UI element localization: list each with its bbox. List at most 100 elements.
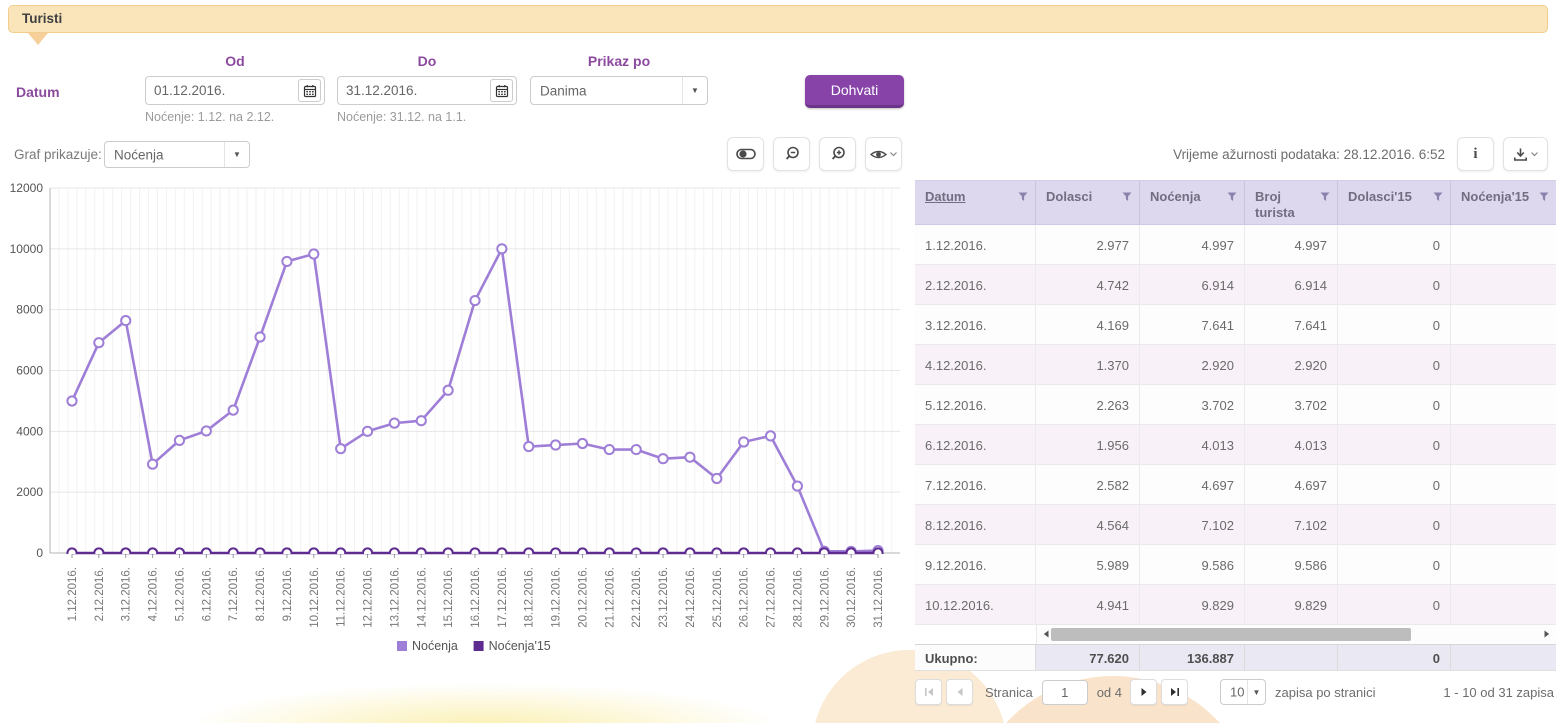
svg-text:18.12.2016.: 18.12.2016.	[524, 567, 536, 628]
zoom-out-button[interactable]	[773, 137, 810, 171]
svg-text:6000: 6000	[16, 364, 43, 378]
pagination-last-button[interactable]	[1161, 679, 1188, 705]
table-cell: 0	[1338, 505, 1451, 544]
filter-icon[interactable]	[1018, 192, 1028, 202]
calendar-icon	[303, 84, 317, 98]
table-cell: 7.102	[1140, 505, 1245, 544]
calendar-button-from[interactable]	[298, 79, 321, 102]
table-cell: 5.989	[1036, 545, 1140, 584]
table-cell: 4.12.2016.	[915, 345, 1036, 384]
date-to-field[interactable]	[337, 76, 517, 105]
table-cell: 9.829	[1245, 585, 1338, 624]
column-label: Noćenja'15	[1461, 189, 1529, 204]
page-size-select[interactable]: 10 ▼	[1220, 679, 1266, 705]
zoom-in-button[interactable]	[819, 137, 856, 171]
svg-text:4000: 4000	[16, 424, 43, 438]
column-header-nocenja15[interactable]: Noćenja'15	[1451, 181, 1556, 224]
svg-text:17.12.2016.: 17.12.2016.	[497, 567, 509, 628]
pagination-next-button[interactable]	[1130, 679, 1157, 705]
table-row[interactable]: 5.12.2016.2.2633.7023.7020	[915, 385, 1556, 425]
svg-text:29.12.2016.: 29.12.2016.	[819, 567, 831, 628]
table-row[interactable]: 6.12.2016.1.9564.0134.0130	[915, 425, 1556, 465]
table-row[interactable]: 9.12.2016.5.9899.5869.5860	[915, 545, 1556, 585]
column-header-broj-turista[interactable]: Broj turista	[1245, 181, 1338, 224]
table-cell: 7.12.2016.	[915, 465, 1036, 504]
table-cell: 4.013	[1245, 425, 1338, 464]
scrollbar-right-arrow[interactable]	[1541, 628, 1553, 640]
table-cell: 2.920	[1245, 345, 1338, 384]
table-row[interactable]: 1.12.2016.2.9774.9974.9970	[915, 225, 1556, 265]
data-table: Datum DolasciNoćenjaBroj turista Dolasci'1…	[915, 180, 1556, 671]
dohvati-button[interactable]: Dohvati	[805, 75, 904, 108]
table-cell: 0	[1338, 585, 1451, 624]
date-to-hint: Noćenje: 31.12. na 1.1.	[337, 110, 466, 124]
series-visibility-button[interactable]	[865, 137, 902, 171]
records-range-label: 1 - 10 od 31 zapisa	[1443, 685, 1556, 700]
table-row[interactable]: 2.12.2016.4.7426.9146.9140	[915, 265, 1556, 305]
svg-text:Noćenja'15: Noćenja'15	[489, 639, 551, 653]
table-cell: 4.697	[1140, 465, 1245, 504]
filter-icon[interactable]	[1433, 192, 1443, 202]
table-cell: 4.997	[1140, 225, 1245, 264]
table-cell	[1451, 585, 1556, 624]
pagination-first-button[interactable]	[915, 679, 942, 705]
column-header-dolasci[interactable]: Dolasci	[1036, 181, 1140, 224]
table-row[interactable]: 4.12.2016.1.3702.9202.9200	[915, 345, 1556, 385]
data-updated-text: Vrijeme ažurnosti podataka: 28.12.2016. …	[1173, 147, 1445, 162]
total-cell	[1451, 645, 1556, 670]
tab-turisti[interactable]: Turisti	[8, 5, 1548, 33]
od-label: Od	[145, 53, 325, 69]
date-from-field[interactable]	[145, 76, 325, 105]
prikaz-po-select[interactable]: Danima ▼	[530, 76, 708, 105]
column-header-nocenja[interactable]: Noćenja	[1140, 181, 1245, 224]
graf-prikazuje-select[interactable]: Noćenja ▼	[104, 141, 250, 168]
calendar-button-to[interactable]	[490, 79, 513, 102]
table-cell: 1.370	[1036, 345, 1140, 384]
table-cell: 2.920	[1140, 345, 1245, 384]
chart-toolbar	[727, 137, 902, 171]
svg-text:9.12.2016.: 9.12.2016.	[282, 567, 294, 621]
page-number-input[interactable]	[1042, 680, 1088, 705]
table-row[interactable]: 7.12.2016.2.5824.6974.6970	[915, 465, 1556, 505]
table-row[interactable]: 8.12.2016.4.5647.1027.1020	[915, 505, 1556, 545]
do-label: Do	[337, 53, 517, 69]
filter-icon[interactable]	[1539, 192, 1549, 202]
column-header-dolasci15[interactable]: Dolasci'15	[1338, 181, 1451, 224]
eye-icon	[870, 148, 887, 161]
info-button[interactable]: i	[1457, 137, 1494, 171]
table-cell: 0	[1338, 345, 1451, 384]
filter-icon[interactable]	[1122, 192, 1132, 202]
horizontal-scrollbar[interactable]	[1036, 625, 1556, 644]
table-body: 1.12.2016.2.9774.9974.99702.12.2016.4.74…	[915, 225, 1556, 625]
svg-text:6.12.2016.: 6.12.2016.	[201, 567, 213, 621]
page-size-value: 10	[1230, 685, 1244, 700]
table-cell	[1451, 465, 1556, 504]
selection-toggle-button[interactable]	[727, 137, 764, 171]
table-cell: 9.829	[1140, 585, 1245, 624]
table-cell: 0	[1338, 385, 1451, 424]
pagination-next-icon	[1139, 687, 1149, 697]
table-header-row: Datum DolasciNoćenjaBroj turista Dolasci'1…	[915, 180, 1556, 225]
filter-icon[interactable]	[1227, 192, 1237, 202]
table-row[interactable]: 10.12.2016.4.9419.8299.8290	[915, 585, 1556, 625]
svg-text:12000: 12000	[10, 181, 43, 195]
scrollbar-thumb[interactable]	[1051, 628, 1411, 641]
table-row[interactable]: 3.12.2016.4.1697.6417.6410	[915, 305, 1556, 345]
chart-canvas[interactable]: 0200040006000800010000120001.12.2016.2.1…	[10, 180, 908, 666]
column-label: Datum	[925, 189, 965, 204]
date-to-input[interactable]	[346, 78, 484, 103]
pagination-last-icon	[1170, 687, 1180, 697]
table-cell: 0	[1338, 465, 1451, 504]
export-button[interactable]	[1503, 137, 1548, 171]
line-chart[interactable]: 0200040006000800010000120001.12.2016.2.1…	[10, 180, 908, 666]
svg-text:12.12.2016.: 12.12.2016.	[363, 567, 375, 628]
pagination-prev-button[interactable]	[946, 679, 973, 705]
stranica-label: Stranica	[985, 685, 1033, 700]
table-cell: 5.12.2016.	[915, 385, 1036, 424]
filter-icon[interactable]	[1320, 192, 1330, 202]
table-cell	[1451, 425, 1556, 464]
date-from-input[interactable]	[154, 78, 292, 103]
column-label: Dolasci'15	[1348, 189, 1412, 204]
column-header-datum[interactable]: Datum	[915, 181, 1036, 224]
table-cell: 0	[1338, 265, 1451, 304]
